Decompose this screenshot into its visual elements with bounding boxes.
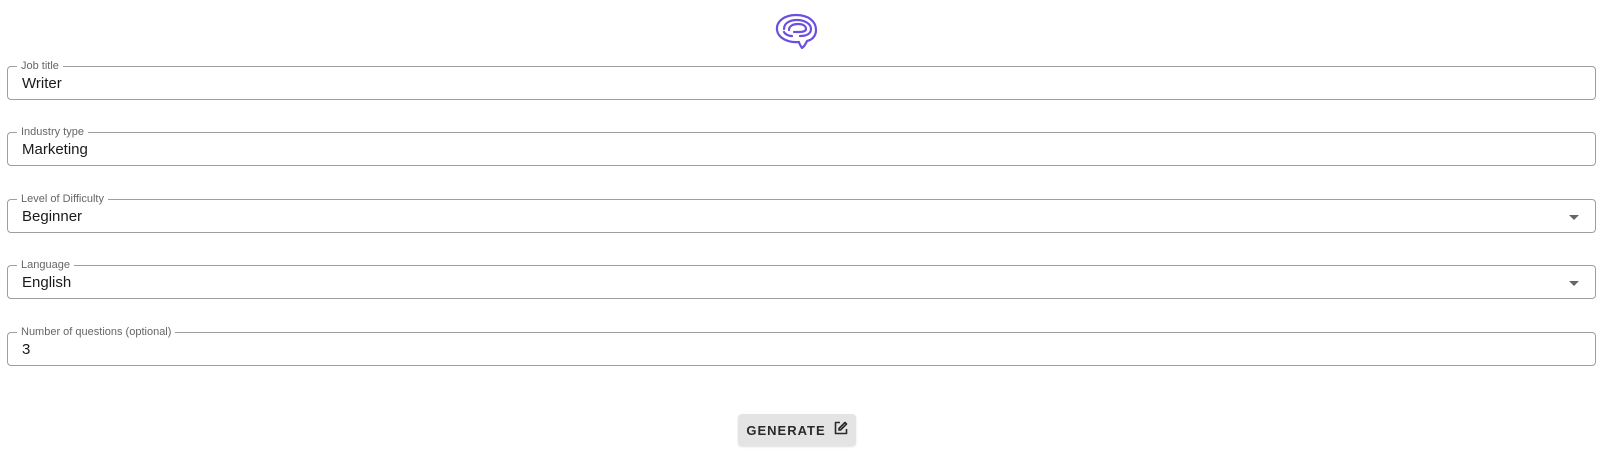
difficulty-select[interactable]: Level of Difficulty Beginner: [7, 193, 1596, 233]
generate-button[interactable]: GENERATE: [738, 414, 856, 446]
brain-logo-icon: [772, 12, 820, 52]
question-count-field[interactable]: Number of questions (optional) 3: [7, 326, 1596, 366]
industry-type-value[interactable]: Marketing: [22, 141, 88, 159]
language-label: Language: [17, 259, 74, 272]
difficulty-value[interactable]: Beginner: [22, 208, 82, 226]
job-title-field[interactable]: Job title Writer: [7, 60, 1596, 100]
question-count-value[interactable]: 3: [22, 341, 30, 359]
language-select[interactable]: Language English: [7, 259, 1596, 299]
job-title-label: Job title: [17, 60, 63, 73]
edit-icon: [834, 421, 848, 440]
difficulty-label: Level of Difficulty: [17, 193, 108, 206]
question-count-label: Number of questions (optional): [17, 326, 176, 339]
industry-type-label: Industry type: [17, 126, 88, 139]
dropdown-arrow-icon[interactable]: [1569, 215, 1579, 220]
generate-button-label: GENERATE: [746, 422, 826, 438]
industry-type-field[interactable]: Industry type Marketing: [7, 126, 1596, 166]
dropdown-arrow-icon[interactable]: [1569, 281, 1579, 286]
job-title-value[interactable]: Writer: [22, 75, 62, 93]
language-value[interactable]: English: [22, 274, 71, 292]
